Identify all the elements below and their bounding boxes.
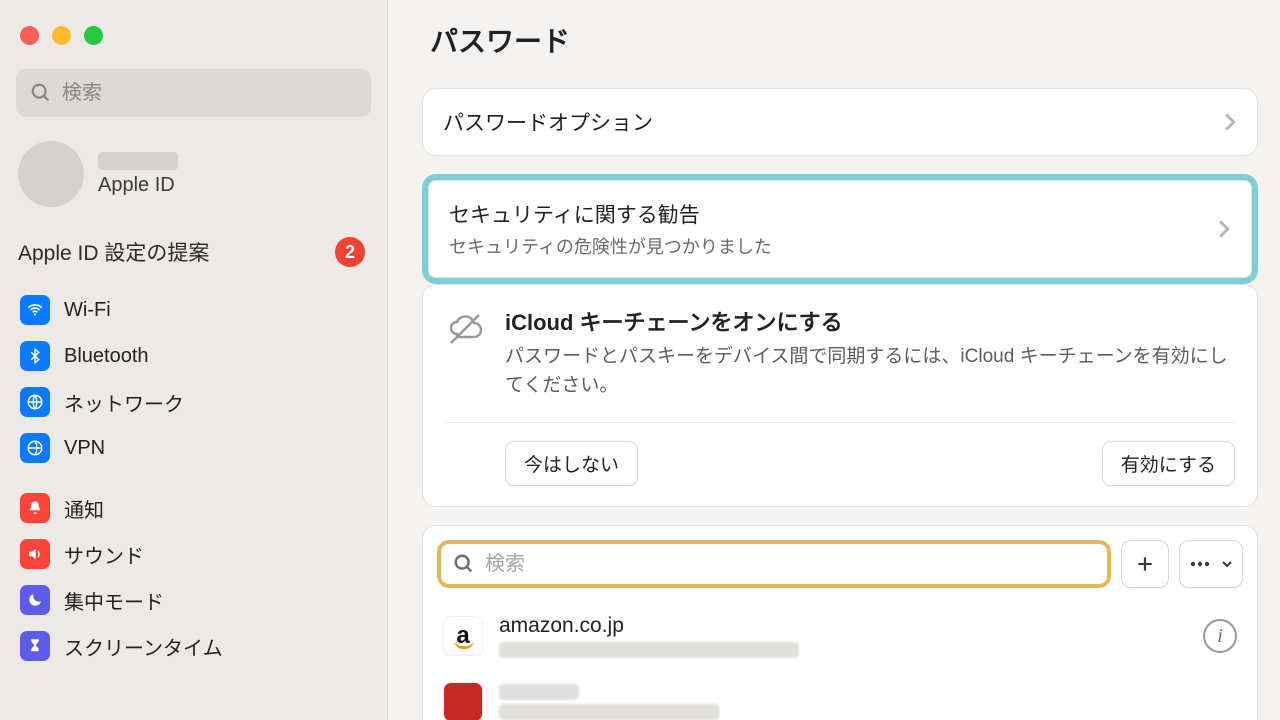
maximize-window-button[interactable] [84,26,103,45]
sidebar-item-label: VPN [64,437,105,460]
hourglass-icon [20,631,50,661]
sidebar: Apple ID Apple ID 設定の提案 2 Wi-Fi Bluetoot… [0,0,388,720]
icloud-keychain-card: iCloud キーチェーンをオンにする パスワードとパスキーをデバイス間で同期す… [422,284,1258,507]
window-controls [14,18,373,65]
sidebar-item-focus[interactable]: 集中モード [14,577,373,623]
keychain-description: パスワードとパスキーをデバイス間で同期するには、iCloud キーチェーンを有効… [505,343,1235,400]
row-label: セキュリティに関する勧告 [449,199,772,229]
close-window-button[interactable] [20,26,39,45]
sidebar-item-label: Bluetooth [64,345,149,368]
password-options-row[interactable]: パスワードオプション [423,89,1257,155]
password-list-card: a amazon.co.jp i [422,525,1258,720]
moon-icon [20,585,50,615]
security-recommendations-row[interactable]: セキュリティに関する勧告 セキュリティの危険性が見つかりました [429,181,1251,277]
password-search-input[interactable] [441,544,1107,584]
password-list-toolbar [437,540,1243,588]
cloud-off-icon [445,309,485,349]
password-item[interactable] [437,670,1243,720]
sidebar-item-label: ネットワーク [64,388,184,417]
row-subtitle: セキュリティの危険性が見つかりました [449,233,772,259]
account-subtitle: Apple ID [98,174,178,197]
suggestion-label: Apple ID 設定の提案 [18,237,209,267]
sidebar-item-label: 集中モード [64,586,164,615]
password-options-card: パスワードオプション [422,88,1258,156]
speaker-icon [20,539,50,569]
site-favicon: a [443,616,483,656]
bluetooth-icon [20,341,50,371]
add-password-button[interactable] [1121,540,1169,588]
sidebar-item-network[interactable]: ネットワーク [14,379,373,425]
sidebar-item-label: Wi-Fi [64,299,111,322]
sidebar-item-screentime[interactable]: スクリーンタイム [14,623,373,669]
search-icon [30,82,52,104]
keychain-enable-button[interactable]: 有効にする [1102,441,1235,486]
password-search [437,540,1111,588]
avatar [18,141,84,207]
suggestion-badge: 2 [335,237,365,267]
search-icon [453,553,475,575]
password-site-redacted [499,684,579,700]
sidebar-search-input[interactable] [16,69,371,117]
site-favicon [443,682,483,720]
main-content: パスワード パスワードオプション セキュリティに関する勧告 セキュリティの危険性… [388,0,1280,720]
more-options-button[interactable] [1179,540,1243,588]
apple-id-suggestion-row[interactable]: Apple ID 設定の提案 2 [14,229,373,287]
account-row[interactable]: Apple ID [14,135,373,229]
sidebar-item-label: サウンド [64,540,144,569]
password-username-redacted [499,642,799,658]
password-item[interactable]: a amazon.co.jp i [437,602,1243,670]
keychain-not-now-button[interactable]: 今はしない [505,441,638,486]
sidebar-item-vpn[interactable]: VPN [14,425,373,471]
chevron-right-icon [1223,112,1237,132]
sidebar-item-bluetooth[interactable]: Bluetooth [14,333,373,379]
sidebar-item-label: スクリーンタイム [64,632,223,661]
keychain-title: iCloud キーチェーンをオンにする [505,305,1235,337]
wifi-icon [20,295,50,325]
row-label: パスワードオプション [443,107,653,137]
account-name-redacted [98,152,178,170]
security-recommendations-highlight: セキュリティに関する勧告 セキュリティの危険性が見つかりました [422,174,1258,284]
page-title: パスワード [430,20,1258,60]
vpn-icon [20,433,50,463]
sidebar-item-label: 通知 [64,494,104,523]
minimize-window-button[interactable] [52,26,71,45]
password-site: amazon.co.jp [499,614,1187,638]
sidebar-nav: Wi-Fi Bluetooth ネットワーク VPN 通知 サウンド [14,287,373,683]
bell-icon [20,493,50,523]
info-button[interactable]: i [1203,619,1237,653]
sidebar-item-wifi[interactable]: Wi-Fi [14,287,373,333]
password-username-redacted [499,704,719,720]
chevron-right-icon [1217,219,1231,239]
sidebar-search [16,69,371,117]
globe-icon [20,387,50,417]
sidebar-item-sound[interactable]: サウンド [14,531,373,577]
sidebar-item-notifications[interactable]: 通知 [14,485,373,531]
